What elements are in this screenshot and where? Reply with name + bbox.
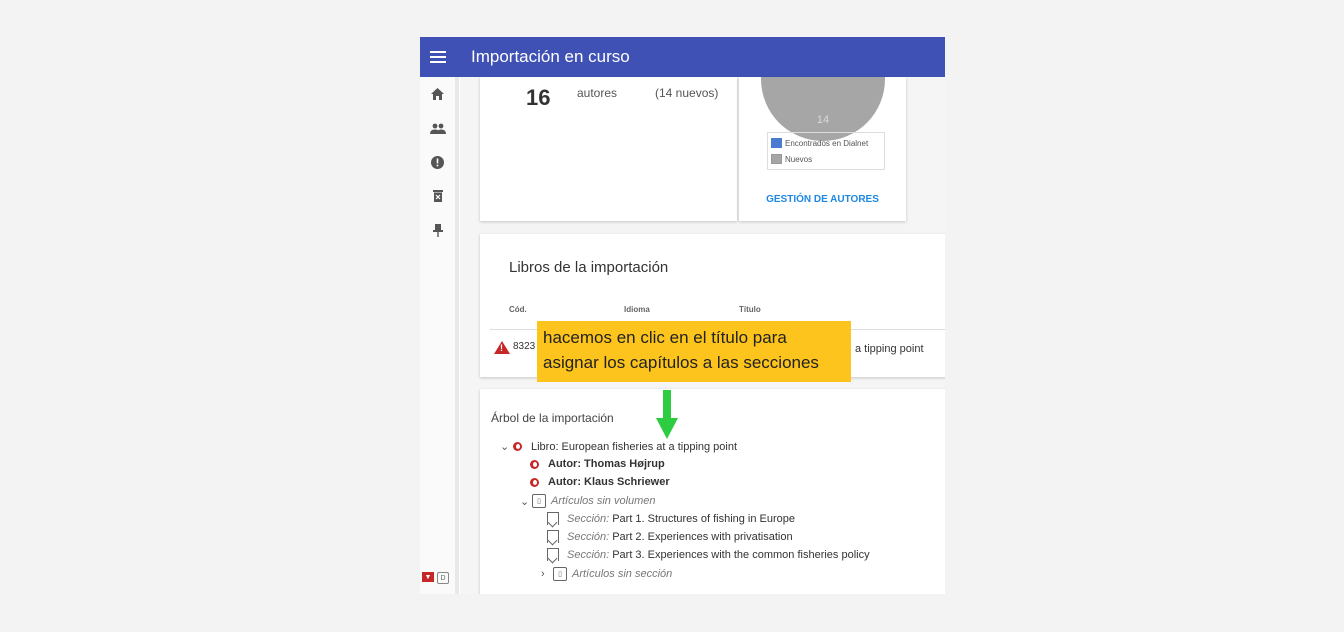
dialnet-d-icon — [529, 477, 540, 488]
libro-cod: 8323 — [513, 341, 536, 352]
bookmark-icon — [547, 548, 559, 561]
seccion-prefix: Sección: — [567, 512, 610, 525]
alert-icon[interactable] — [420, 145, 455, 179]
dialnet-logo: ▼ — [422, 572, 434, 582]
legend-item: Nuevos — [771, 151, 881, 167]
callout-line: hacemos en clic en el título para — [543, 328, 787, 347]
tree-card: Árbol de la importación ⌄ Libro: Europea… — [480, 389, 945, 594]
tree-node-libro[interactable]: ⌄ Libro: European fisheries at a tipping… — [500, 440, 738, 454]
down-arrow-icon — [656, 390, 678, 439]
volume-icon: ▯ — [553, 567, 567, 581]
chevron-down-icon[interactable]: ⌄ — [500, 440, 512, 453]
d-logo: D — [437, 572, 449, 584]
pin-icon[interactable] — [420, 213, 455, 247]
tree-node-volumen[interactable]: ⌄ ▯ Artículos sin volumen — [520, 494, 659, 508]
bookmark-icon — [547, 512, 559, 525]
tree-node-autor[interactable]: Autor: Klaus Schriewer — [529, 476, 670, 488]
authors-card: 16 autores (14 nuevos) — [480, 77, 737, 221]
chevron-down-icon[interactable]: ⌄ — [520, 495, 532, 508]
people-icon[interactable] — [420, 111, 455, 145]
chevron-right-icon[interactable]: › — [541, 568, 553, 580]
dialnet-d-icon — [512, 441, 523, 452]
volumen-label: Artículos sin volumen — [551, 495, 656, 507]
legend-swatch-gray — [771, 154, 782, 164]
libros-title: Libros de la importación — [509, 259, 669, 276]
dialnet-d-icon — [529, 459, 540, 470]
col-cod[interactable]: Cód. — [509, 305, 527, 314]
col-idioma[interactable]: Idioma — [624, 305, 650, 314]
menu-icon[interactable] — [420, 37, 456, 77]
tree-node-seccion[interactable]: Sección: Part 3. Experiences with the co… — [547, 548, 870, 561]
seccion-label: Part 3. Experiences with the common fish… — [612, 548, 870, 561]
legend-swatch-blue — [771, 138, 782, 148]
libro-title[interactable]: European fisheries at a tipping point — [562, 441, 738, 453]
home-icon[interactable] — [420, 77, 455, 111]
sidebar-scrollbar[interactable] — [455, 77, 459, 594]
seccion-label: Part 1. Structures of fishing in Europe — [612, 512, 796, 525]
authors-chart-card: 14 Encontrados en Dialnet Nuevos GESTIÓN… — [739, 77, 906, 221]
authors-new: (14 nuevos) — [655, 86, 719, 100]
authors-count: 16 — [526, 85, 551, 110]
bookmark-icon — [547, 530, 559, 543]
tree-title: Árbol de la importación — [491, 411, 614, 425]
authors-label: autores — [577, 86, 618, 100]
sin-seccion-label: Artículos sin sección — [572, 568, 673, 580]
callout-line: asignar los capítulos a las secciones — [543, 353, 819, 372]
chart-legend: Encontrados en Dialnet Nuevos — [767, 132, 885, 170]
libro-prefix: Libro: — [531, 440, 559, 453]
tree-node-sin-seccion[interactable]: › ▯ Artículos sin sección — [541, 567, 675, 581]
seccion-prefix: Sección: — [567, 548, 610, 561]
warning-icon — [494, 341, 510, 354]
app-window: Importación en curso ▼ D 16 autores (14 … — [420, 37, 945, 594]
delete-icon[interactable] — [420, 179, 455, 213]
tree-node-seccion[interactable]: Sección: Part 2. Experiences with privat… — [547, 530, 793, 543]
seccion-label: Part 2. Experiences with privatisation — [612, 530, 793, 543]
libro-titulo-link[interactable]: a tipping point — [855, 343, 924, 355]
legend-label: Nuevos — [785, 154, 813, 164]
sidebar: ▼ D — [420, 77, 456, 594]
gestion-autores-link[interactable]: GESTIÓN DE AUTORES — [739, 194, 906, 205]
tutorial-callout: hacemos en clic en el título para asigna… — [537, 321, 851, 382]
legend-label: Encontrados en Dialnet — [785, 138, 869, 148]
pie-slice-label: 14 — [816, 114, 830, 126]
seccion-prefix: Sección: — [567, 530, 610, 543]
bottom-logos: ▼ D — [422, 572, 449, 584]
top-app-bar: Importación en curso — [420, 37, 945, 77]
col-titulo[interactable]: Título — [739, 305, 761, 314]
page-title: Importación en curso — [471, 47, 630, 66]
legend-item: Encontrados en Dialnet — [771, 135, 881, 151]
tree-node-autor[interactable]: Autor: Thomas Højrup — [529, 458, 665, 470]
autor-label: Autor: Thomas Højrup — [548, 458, 665, 470]
autor-label: Autor: Klaus Schriewer — [548, 476, 670, 488]
tree-node-seccion[interactable]: Sección: Part 1. Structures of fishing i… — [547, 512, 795, 525]
volume-icon: ▯ — [532, 494, 546, 508]
